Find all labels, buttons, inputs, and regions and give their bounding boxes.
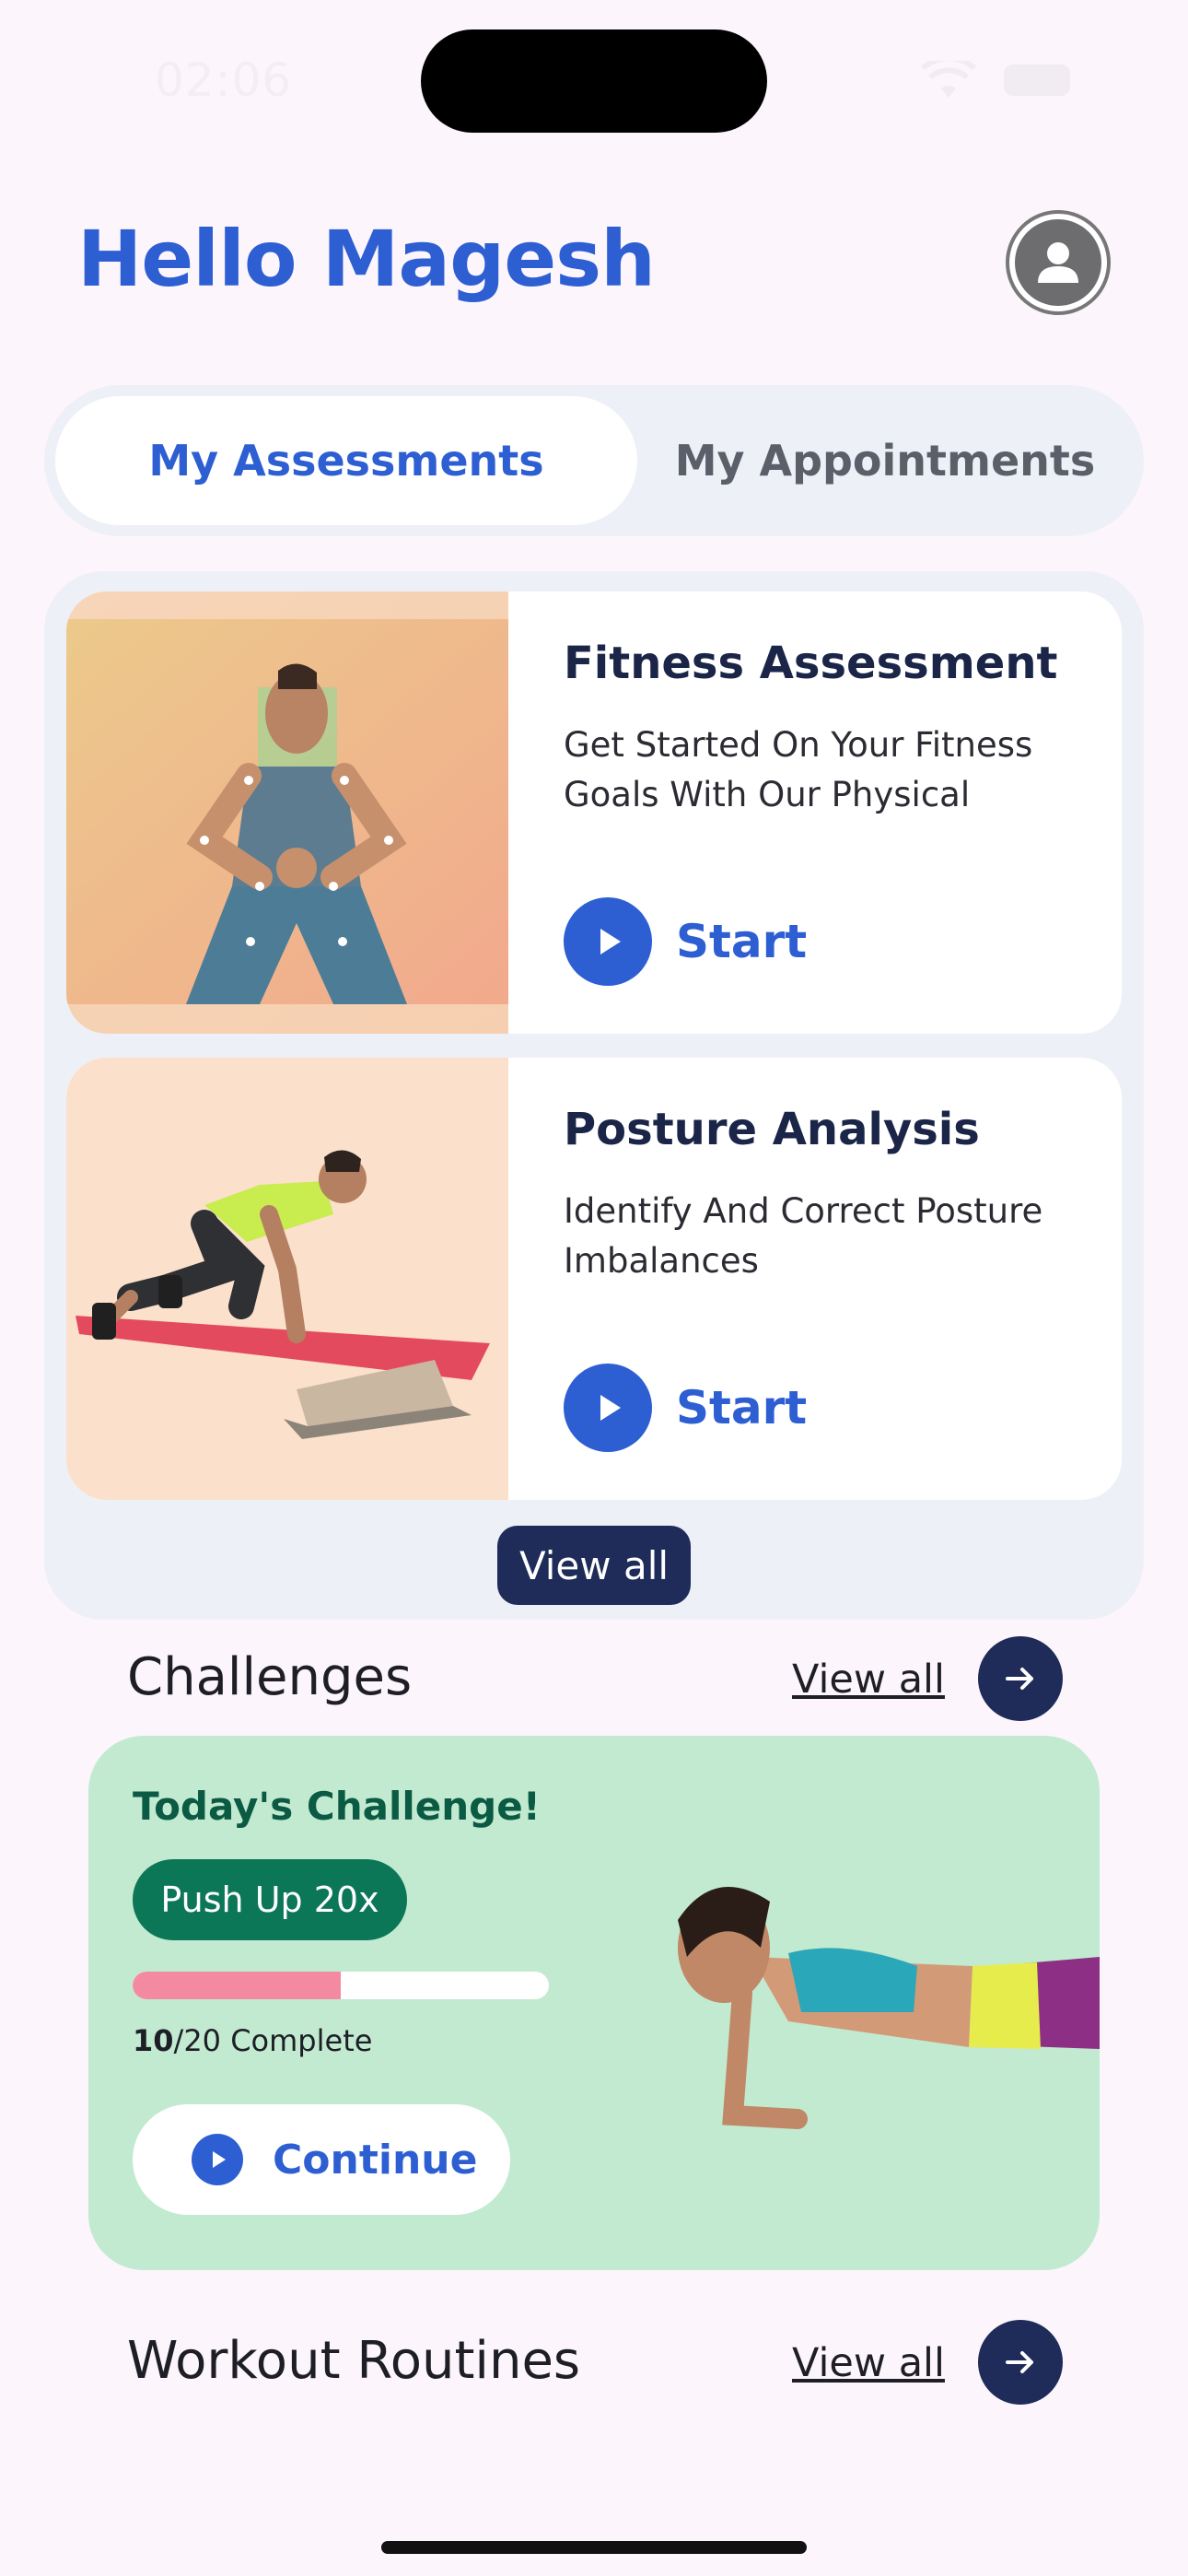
- start-label: Start: [676, 1381, 808, 1434]
- play-icon: [564, 1364, 652, 1452]
- completed-count: 10: [133, 2023, 174, 2058]
- continue-label: Continue: [273, 2136, 478, 2184]
- home-screen: 02:06 Hello Magesh My Assessments My App…: [0, 0, 1188, 2576]
- continue-button[interactable]: Continue: [133, 2104, 510, 2215]
- start-fitness-button[interactable]: Start: [564, 897, 807, 986]
- start-posture-button[interactable]: Start: [564, 1364, 807, 1452]
- play-icon: [564, 897, 652, 986]
- start-label: Start: [676, 915, 808, 968]
- challenge-title: Today's Challenge!: [133, 1784, 541, 1829]
- segmented-tabs: My Assessments My Appointments: [44, 385, 1144, 536]
- tab-my-assessments[interactable]: My Assessments: [55, 396, 637, 525]
- assessment-card-fitness[interactable]: Fitness Assessment Get Started On Your F…: [66, 591, 1122, 1034]
- battery-icon: [1004, 64, 1070, 96]
- wifi-icon: [921, 61, 976, 98]
- progress-fill: [133, 1972, 341, 1999]
- arrow-right-icon: [1006, 2351, 1033, 2373]
- posture-analysis-image: [66, 1058, 508, 1500]
- card-description: Get Started On Your Fitness Goals With O…: [564, 725, 1033, 814]
- challenges-view-all-link[interactable]: View all: [792, 1657, 945, 1703]
- challenges-arrow-button[interactable]: [978, 1636, 1063, 1721]
- status-time: 02:06: [155, 53, 293, 107]
- workouts-arrow-button[interactable]: [978, 2320, 1063, 2405]
- tab-my-appointments[interactable]: My Appointments: [637, 396, 1133, 525]
- push-up-image: [678, 1887, 1100, 2129]
- total-count: /20 Complete: [173, 2023, 373, 2058]
- challenge-badge: Push Up 20x: [133, 1859, 407, 1940]
- card-title: Posture Analysis: [564, 1104, 980, 1155]
- workouts-view-all-link[interactable]: View all: [792, 2340, 945, 2386]
- user-icon: [1015, 219, 1101, 306]
- workout-routines-section-title: Workout Routines: [127, 2331, 581, 2391]
- arrow-right-icon: [1006, 1668, 1033, 1690]
- assessment-card-posture[interactable]: Posture Analysis Identify And Correct Po…: [66, 1058, 1122, 1500]
- dynamic-island: [421, 29, 767, 133]
- card-description: Identify And Correct Posture Imbalances: [564, 1191, 1043, 1281]
- home-indicator: [381, 2541, 807, 2554]
- play-icon: [192, 2134, 243, 2185]
- fitness-assessment-image: [66, 591, 508, 1034]
- greeting-title: Hello Magesh: [77, 214, 656, 304]
- challenge-progress-bar: [133, 1972, 549, 1999]
- profile-avatar-button[interactable]: [1006, 210, 1111, 315]
- card-title: Fitness Assessment: [564, 638, 1058, 689]
- challenge-progress-text: 10/20 Complete: [133, 2023, 372, 2058]
- challenges-section-title: Challenges: [127, 1647, 413, 1707]
- todays-challenge-card: Today's Challenge! Push Up 20x 10/20 Com…: [88, 1736, 1100, 2270]
- assessments-view-all-button[interactable]: View all: [497, 1526, 691, 1605]
